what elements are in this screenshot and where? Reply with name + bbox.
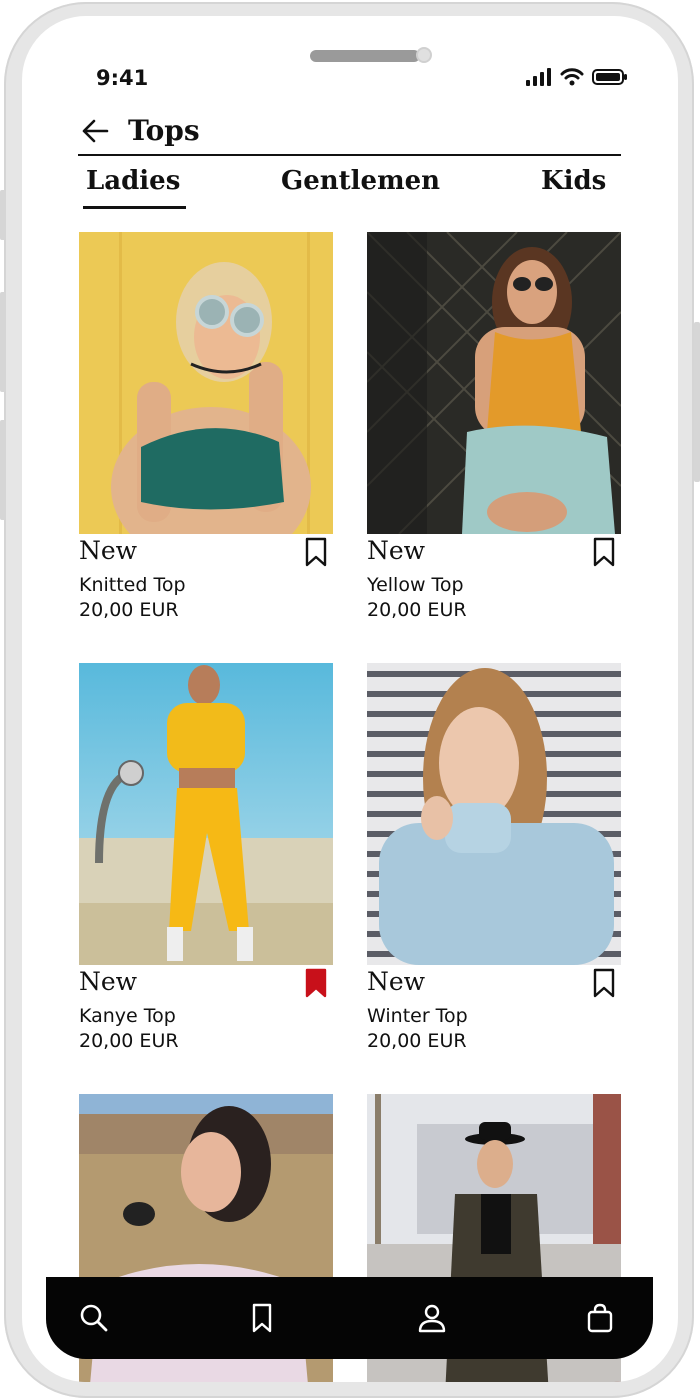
new-badge: New <box>367 967 426 996</box>
product-card[interactable]: New Yellow Top 20,00 EUR <box>367 232 621 621</box>
speaker-grille <box>310 50 420 62</box>
status-time: 9:41 <box>96 66 149 90</box>
user-icon[interactable] <box>416 1302 448 1334</box>
side-button-mute <box>0 190 6 240</box>
product-name: Kanye Top <box>79 1005 176 1027</box>
product-price: 20,00 EUR <box>367 1030 467 1052</box>
new-badge: New <box>367 536 426 565</box>
bookmark-icon[interactable] <box>305 537 327 567</box>
side-button-volume-up <box>0 292 6 392</box>
page-title: Tops <box>128 114 200 147</box>
tab-kids[interactable]: Kids <box>541 166 606 196</box>
wifi-icon <box>560 68 584 86</box>
product-name: Knitted Top <box>79 574 186 596</box>
product-name: Winter Top <box>367 1005 468 1027</box>
new-badge: New <box>79 967 138 996</box>
product-image[interactable] <box>79 663 333 965</box>
status-icons <box>526 68 628 86</box>
tab-ladies[interactable]: Ladies <box>82 166 187 209</box>
bottom-nav <box>46 1277 653 1359</box>
arrow-left-icon[interactable] <box>80 116 110 146</box>
product-card[interactable]: New Knitted Top 20,00 EUR <box>79 232 333 621</box>
shopping-bag-icon[interactable] <box>584 1302 616 1334</box>
product-image[interactable] <box>367 232 621 534</box>
product-price: 20,00 EUR <box>79 599 179 621</box>
phone-screen: 9:41 Tops Ladies Gentlemen Kids New Knit… <box>22 16 678 1382</box>
product-price: 20,00 EUR <box>367 599 467 621</box>
search-icon[interactable] <box>78 1302 110 1334</box>
front-camera <box>416 47 432 63</box>
bookmark-icon[interactable] <box>246 1302 278 1334</box>
header-divider <box>78 154 621 156</box>
tab-gentlemen[interactable]: Gentlemen <box>281 166 440 196</box>
product-card[interactable]: New Winter Top 20,00 EUR <box>367 663 621 1052</box>
product-price: 20,00 EUR <box>79 1030 179 1052</box>
bookmark-icon[interactable] <box>593 968 615 998</box>
battery-icon <box>592 69 627 85</box>
page-header: Tops <box>80 114 200 147</box>
product-name: Yellow Top <box>367 574 464 596</box>
product-card[interactable]: New Kanye Top 20,00 EUR <box>79 663 333 1052</box>
category-tabs: Ladies Gentlemen Kids <box>78 166 621 212</box>
product-image[interactable] <box>79 232 333 534</box>
cellular-signal-icon <box>526 68 551 86</box>
bookmark-icon[interactable] <box>593 537 615 567</box>
bookmark-icon-filled[interactable] <box>305 968 327 998</box>
new-badge: New <box>79 536 138 565</box>
product-image[interactable] <box>367 663 621 965</box>
side-button-power <box>694 322 700 482</box>
side-button-volume-down <box>0 420 6 520</box>
